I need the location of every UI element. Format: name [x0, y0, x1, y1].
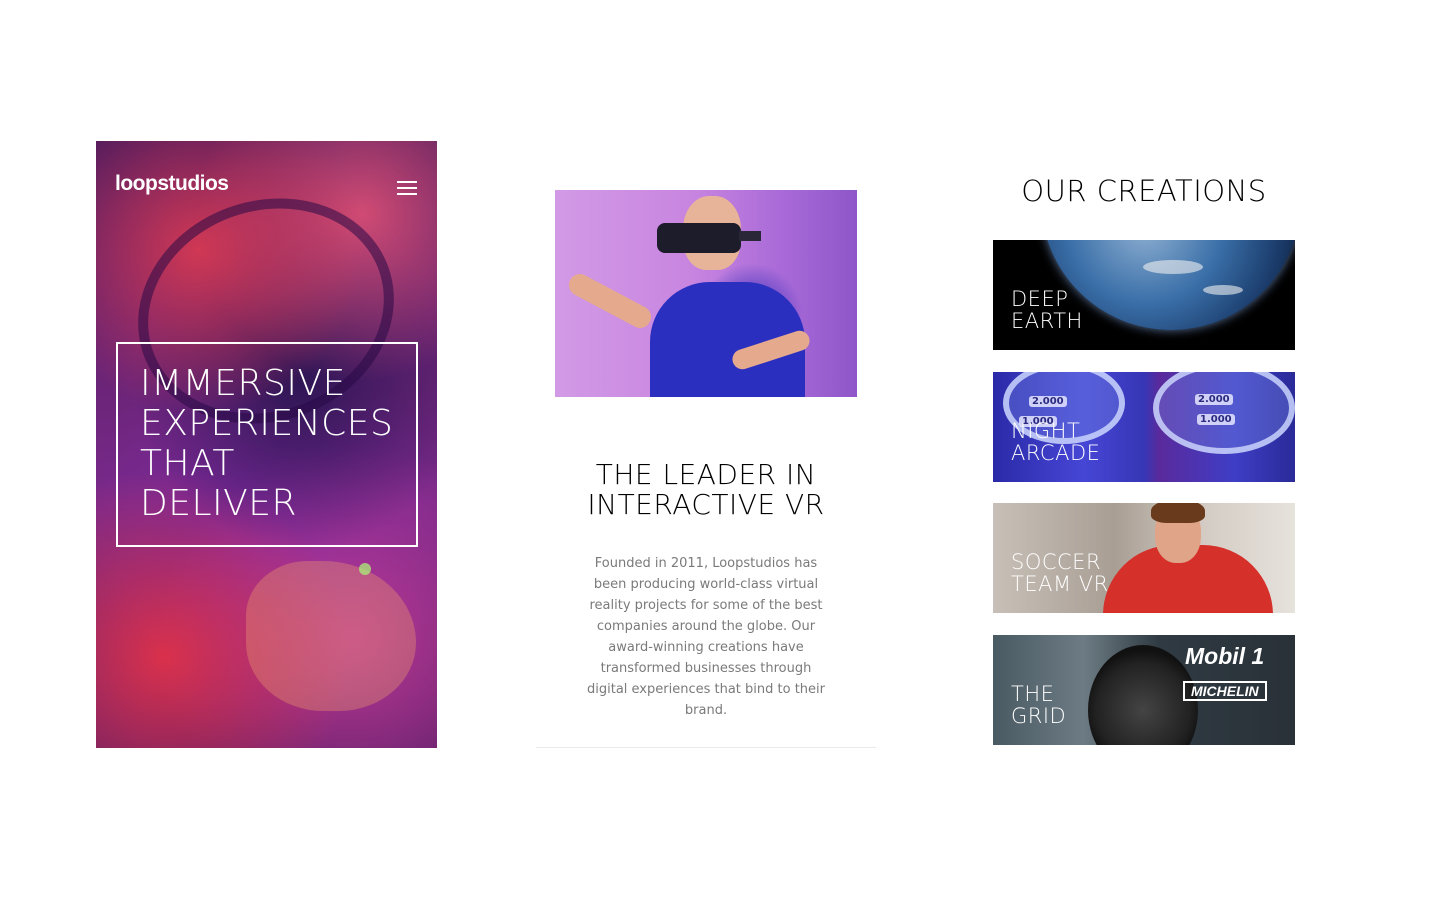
about-title-line: INTERACTIVE VR — [587, 488, 825, 521]
earth-cloud — [1203, 285, 1243, 295]
brand-logo[interactable]: loopstudios — [115, 172, 229, 196]
hamburger-line — [397, 181, 417, 183]
arcade-ring-label: 2.000 — [1195, 394, 1233, 405]
hamburger-line — [397, 187, 417, 189]
hero-headline-line: DELIVER — [140, 483, 298, 524]
hero-section: loopstudios IMMERSIVE EXPERIENCES THAT D… — [96, 141, 437, 748]
creation-card-title-line: EARTH — [1011, 309, 1083, 333]
hero-headline: IMMERSIVE EXPERIENCES THAT DELIVER — [140, 364, 410, 524]
creation-card-night-arcade[interactable]: 2.000 2.000 1.000 1.000 NIGHT ARCADE — [993, 372, 1295, 482]
earth-cloud — [1143, 260, 1203, 274]
hero-background-dot — [359, 563, 371, 575]
creations-title: OUR CREATIONS — [1021, 174, 1267, 208]
creation-card-title-line: NIGHT — [1011, 419, 1081, 443]
section-divider — [536, 747, 876, 748]
about-title: THE LEADER IN INTERACTIVE VR — [556, 460, 856, 520]
creation-card-title: DEEP EARTH — [1011, 288, 1083, 332]
hero-headline-line: EXPERIENCES — [140, 403, 394, 444]
hero-headline-box: IMMERSIVE EXPERIENCES THAT DELIVER — [116, 342, 418, 547]
creation-card-title: SOCCER TEAM VR — [1011, 551, 1109, 595]
arcade-ring-label: 1.000 — [1197, 414, 1235, 425]
creation-card-title: THE GRID — [1011, 683, 1066, 727]
creation-card-title-line: GRID — [1011, 704, 1067, 728]
creation-card-title-line: TEAM VR — [1011, 572, 1109, 596]
race-car-tire — [1088, 645, 1198, 745]
creation-card-title: NIGHT ARCADE — [1011, 420, 1100, 464]
vr-headset — [657, 223, 741, 253]
soccer-player-hair — [1151, 503, 1205, 523]
creation-card-the-grid[interactable]: Mobil 1 MICHELIN THE GRID — [993, 635, 1295, 745]
creation-card-title-line: THE — [1011, 682, 1055, 706]
creation-card-soccer-team-vr[interactable]: SOCCER TEAM VR — [993, 503, 1295, 613]
arcade-ring — [1153, 372, 1295, 454]
vr-headset-strap — [739, 231, 761, 241]
creation-card-title-line: DEEP — [1011, 287, 1069, 311]
arcade-ring-label: 2.000 — [1029, 396, 1067, 407]
vr-person-image — [555, 190, 857, 397]
creation-card-title-line: SOCCER — [1011, 550, 1102, 574]
creation-card-deep-earth[interactable]: DEEP EARTH — [993, 240, 1295, 350]
hero-headline-line: IMMERSIVE — [140, 363, 346, 404]
hero-background-shape — [246, 561, 416, 711]
about-title-line: THE LEADER IN — [595, 458, 817, 491]
hamburger-icon[interactable] — [397, 181, 417, 195]
sponsor-logo: MICHELIN — [1183, 681, 1267, 701]
page-canvas: loopstudios IMMERSIVE EXPERIENCES THAT D… — [0, 0, 1440, 900]
hamburger-line — [397, 193, 417, 195]
creation-card-title-line: ARCADE — [1011, 441, 1101, 465]
sponsor-logo: Mobil 1 — [1185, 643, 1265, 669]
about-description: Founded in 2011, Loopstudios has been pr… — [587, 556, 825, 718]
person-arm — [565, 270, 655, 332]
hero-headline-line: THAT — [140, 443, 235, 484]
